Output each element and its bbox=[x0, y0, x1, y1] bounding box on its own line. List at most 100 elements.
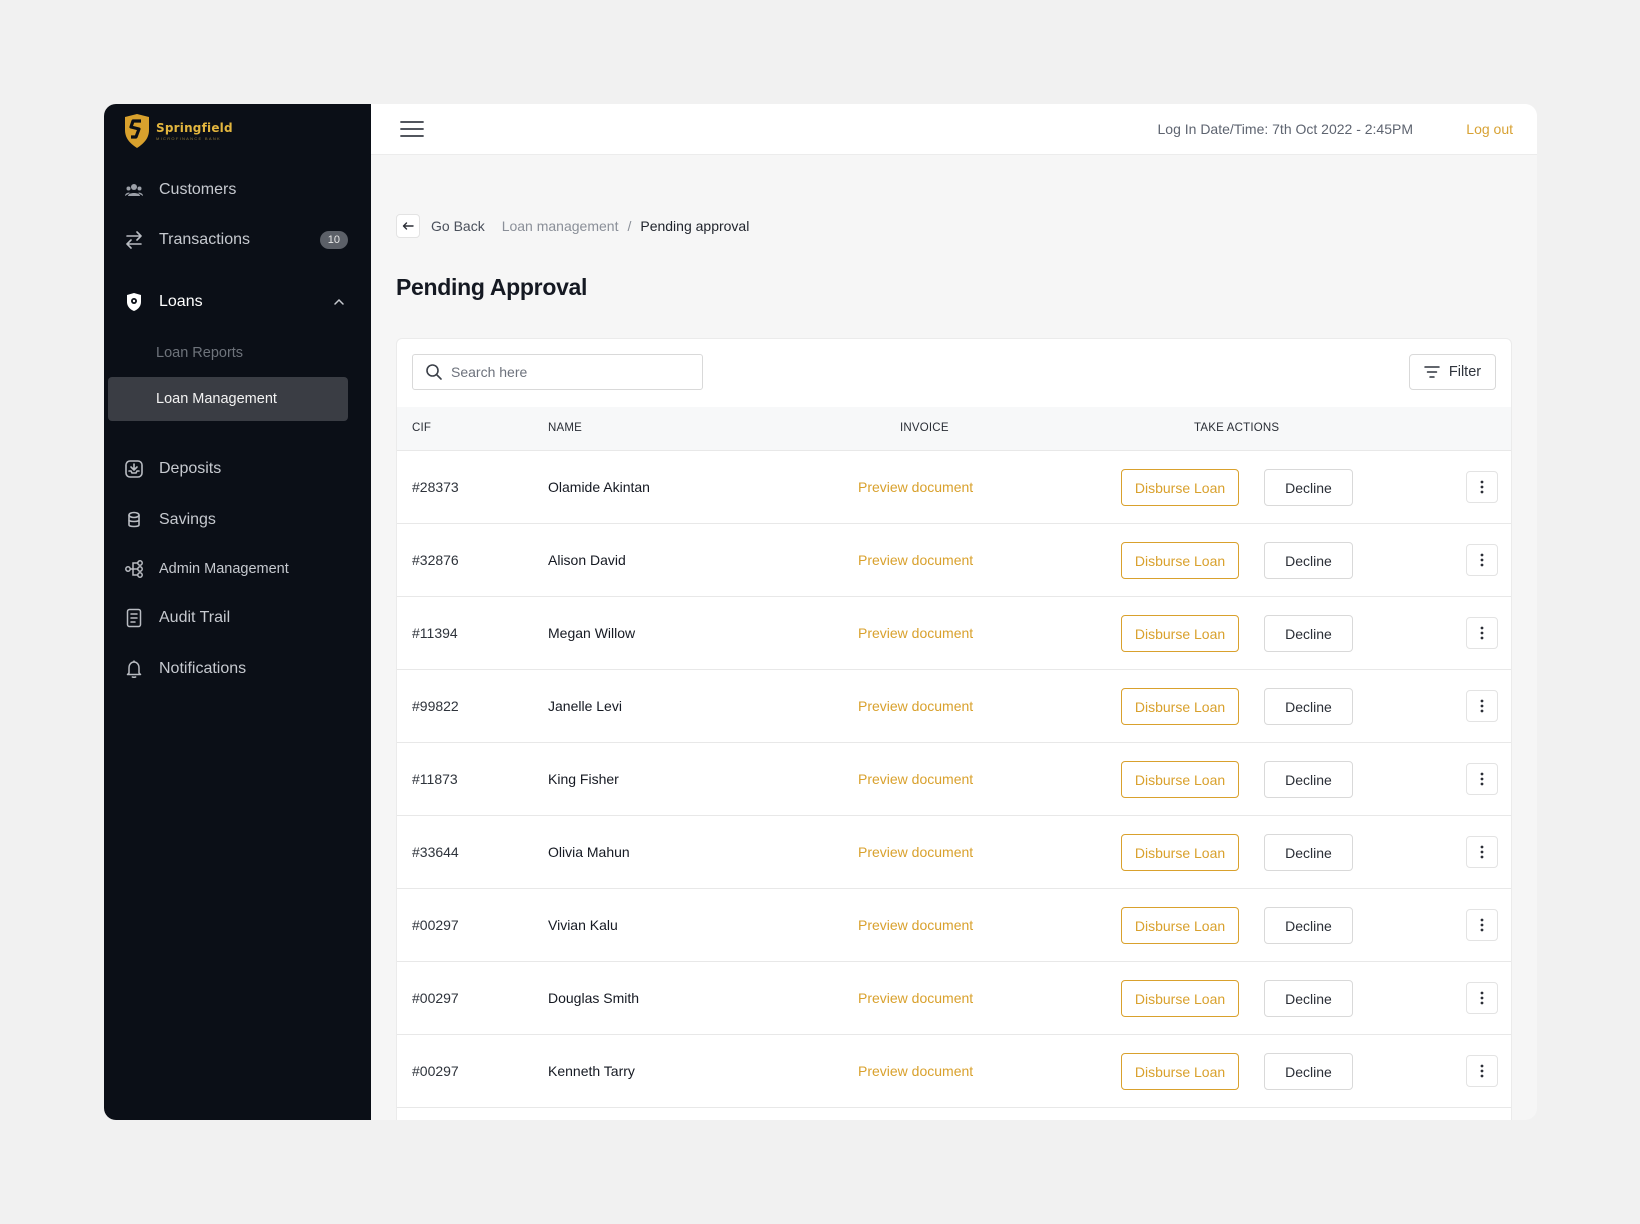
decline-button[interactable]: Decline bbox=[1264, 834, 1353, 871]
more-options-button[interactable] bbox=[1466, 544, 1498, 576]
disburse-loan-button[interactable]: Disburse Loan bbox=[1121, 907, 1239, 944]
more-vertical-icon bbox=[1480, 480, 1484, 494]
sidebar-item-label: Notifications bbox=[159, 660, 247, 677]
more-vertical-icon bbox=[1480, 626, 1484, 640]
filter-label: Filter bbox=[1448, 364, 1482, 380]
go-back-link[interactable]: Go Back bbox=[431, 218, 485, 234]
cif-cell: #99822 bbox=[412, 698, 459, 714]
decline-button[interactable]: Decline bbox=[1264, 542, 1353, 579]
disburse-loan-button[interactable]: Disburse Loan bbox=[1121, 1053, 1239, 1090]
more-options-button[interactable] bbox=[1466, 982, 1498, 1014]
sidebar-item-loans[interactable]: Loans bbox=[104, 280, 371, 324]
sidebar-item-label: Transactions bbox=[159, 231, 250, 248]
sidebar-item-notifications[interactable]: Notifications bbox=[104, 647, 371, 691]
table-header: CIF NAME INVOICE TAKE ACTIONS bbox=[397, 407, 1511, 451]
preview-document-link[interactable]: Preview document bbox=[858, 771, 973, 787]
disburse-loan-button[interactable]: Disburse Loan bbox=[1121, 761, 1239, 798]
disburse-loan-button[interactable]: Disburse Loan bbox=[1121, 834, 1239, 871]
sidebar-item-audit-trail[interactable]: Audit Trail bbox=[104, 596, 371, 640]
page-title: Pending Approval bbox=[396, 274, 588, 300]
breadcrumb: Go Back Loan management / Pending approv… bbox=[396, 214, 749, 238]
column-header-name: NAME bbox=[548, 422, 583, 434]
name-cell: Vivian Kalu bbox=[548, 917, 618, 933]
table-row: #00297 Vivian Kalu Preview document Disb… bbox=[397, 889, 1511, 962]
sidebar-item-label: Customers bbox=[159, 181, 237, 198]
preview-document-link[interactable]: Preview document bbox=[858, 990, 973, 1006]
disburse-loan-button[interactable]: Disburse Loan bbox=[1121, 615, 1239, 652]
name-cell: Megan Willow bbox=[548, 625, 636, 641]
users-icon bbox=[124, 180, 144, 200]
more-options-button[interactable] bbox=[1466, 1055, 1498, 1087]
decline-button[interactable]: Decline bbox=[1264, 907, 1353, 944]
cif-cell: #28373 bbox=[412, 479, 459, 495]
search-input[interactable] bbox=[451, 364, 681, 380]
chevron-up-icon[interactable] bbox=[332, 295, 346, 309]
preview-document-link[interactable]: Preview document bbox=[858, 917, 973, 933]
decline-button[interactable]: Decline bbox=[1264, 1053, 1353, 1090]
hierarchy-icon bbox=[124, 559, 144, 579]
more-options-button[interactable] bbox=[1466, 836, 1498, 868]
back-button[interactable] bbox=[396, 214, 420, 238]
loan-shield-icon bbox=[124, 292, 144, 312]
filter-lines-icon bbox=[1424, 366, 1440, 378]
decline-button[interactable]: Decline bbox=[1264, 615, 1353, 652]
sidebar-item-customers[interactable]: Customers bbox=[104, 168, 371, 212]
sidebar-subitem-loan-management[interactable]: Loan Management bbox=[108, 377, 348, 421]
more-options-button[interactable] bbox=[1466, 471, 1498, 503]
disburse-loan-button[interactable]: Disburse Loan bbox=[1121, 980, 1239, 1017]
preview-document-link[interactable]: Preview document bbox=[858, 698, 973, 714]
disburse-loan-button[interactable]: Disburse Loan bbox=[1121, 469, 1239, 506]
more-options-button[interactable] bbox=[1466, 617, 1498, 649]
sidebar: Springfield MICROFINANCE BANK Customers … bbox=[104, 104, 371, 1120]
column-header-take-actions: TAKE ACTIONS bbox=[1194, 422, 1280, 434]
more-options-button[interactable] bbox=[1466, 763, 1498, 795]
filter-button[interactable]: Filter bbox=[1409, 354, 1496, 390]
brand-logo[interactable]: Springfield MICROFINANCE BANK bbox=[123, 114, 233, 148]
more-vertical-icon bbox=[1480, 918, 1484, 932]
sidebar-item-admin-management[interactable]: Admin Management bbox=[104, 547, 371, 591]
table-row: #28373 Olamide Akintan Preview document … bbox=[397, 451, 1511, 524]
breadcrumb-loan-management[interactable]: Loan management bbox=[502, 218, 619, 234]
preview-document-link[interactable]: Preview document bbox=[858, 844, 973, 860]
hamburger-menu-icon[interactable] bbox=[400, 119, 424, 139]
disburse-loan-button[interactable]: Disburse Loan bbox=[1121, 688, 1239, 725]
sidebar-item-label: Admin Management bbox=[159, 561, 289, 577]
preview-document-link[interactable]: Preview document bbox=[858, 1063, 973, 1079]
more-vertical-icon bbox=[1480, 991, 1484, 1005]
login-timestamp: Log In Date/Time: 7th Oct 2022 - 2:45PM bbox=[1157, 121, 1414, 137]
sidebar-item-transactions[interactable]: Transactions 10 bbox=[104, 218, 371, 262]
decline-button[interactable]: Decline bbox=[1264, 761, 1353, 798]
sidebar-item-label: Audit Trail bbox=[159, 609, 231, 626]
sidebar-subitem-loan-reports[interactable]: Loan Reports bbox=[108, 331, 348, 375]
name-cell: Kenneth Tarry bbox=[548, 1063, 635, 1079]
sidebar-item-savings[interactable]: Savings bbox=[104, 498, 371, 542]
transactions-count-badge: 10 bbox=[319, 231, 348, 249]
preview-document-link[interactable]: Preview document bbox=[858, 625, 973, 641]
arrow-left-icon bbox=[402, 222, 414, 230]
sidebar-item-deposits[interactable]: Deposits bbox=[104, 447, 371, 491]
sidebar-item-label: Loans bbox=[159, 293, 203, 310]
top-bar: Log In Date/Time: 7th Oct 2022 - 2:45PM … bbox=[371, 104, 1537, 155]
table-row: #11873 King Fisher Preview document Disb… bbox=[397, 743, 1511, 816]
decline-button[interactable]: Decline bbox=[1264, 688, 1353, 725]
brand-subtitle: MICROFINANCE BANK bbox=[156, 136, 221, 141]
decline-button[interactable]: Decline bbox=[1264, 980, 1353, 1017]
search-box[interactable] bbox=[412, 354, 703, 390]
more-options-button[interactable] bbox=[1466, 690, 1498, 722]
column-header-cif: CIF bbox=[412, 422, 432, 434]
disburse-loan-button[interactable]: Disburse Loan bbox=[1121, 542, 1239, 579]
bell-icon bbox=[124, 659, 144, 679]
more-options-button[interactable] bbox=[1466, 909, 1498, 941]
decline-button[interactable]: Decline bbox=[1264, 469, 1353, 506]
table-row: #33644 Olivia Mahun Preview document Dis… bbox=[397, 816, 1511, 889]
logout-link[interactable]: Log out bbox=[1466, 121, 1513, 137]
table-row: #32876 Alison David Preview document Dis… bbox=[397, 524, 1511, 597]
more-vertical-icon bbox=[1480, 1064, 1484, 1078]
name-cell: Alison David bbox=[548, 552, 626, 568]
document-list-icon bbox=[124, 608, 144, 628]
name-cell: Olivia Mahun bbox=[548, 844, 630, 860]
sidebar-item-label: Savings bbox=[159, 511, 216, 528]
table-row: #00297 Douglas Smith Preview document Di… bbox=[397, 962, 1511, 1035]
preview-document-link[interactable]: Preview document bbox=[858, 479, 973, 495]
preview-document-link[interactable]: Preview document bbox=[858, 552, 973, 568]
